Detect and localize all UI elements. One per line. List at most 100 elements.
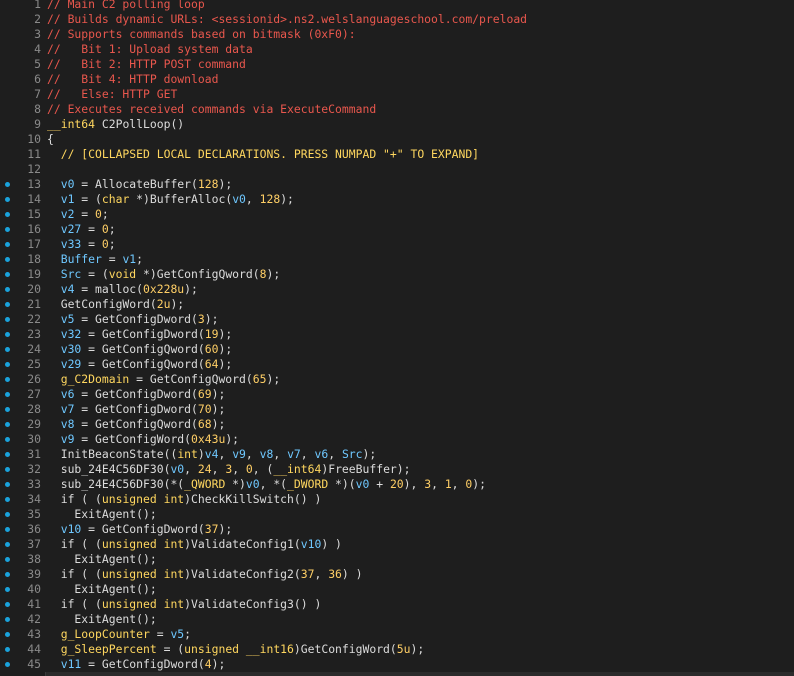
code-line[interactable]: 45 v11 = GetConfigDword(4); [0, 657, 794, 672]
code-line[interactable]: 12 [0, 162, 794, 177]
breakpoint-dot-icon[interactable] [5, 272, 10, 277]
code-text[interactable]: v0 = AllocateBuffer(128); [47, 177, 232, 192]
code-text[interactable]: // Builds dynamic URLs: <sessionid>.ns2.… [47, 12, 527, 27]
line-gutter[interactable]: 5 [0, 57, 46, 72]
code-text[interactable]: // [COLLAPSED LOCAL DECLARATIONS. PRESS … [47, 147, 479, 162]
line-gutter[interactable]: 8 [0, 102, 46, 117]
breakpoint-dot-icon[interactable] [5, 617, 10, 622]
breakpoint-dot-icon[interactable] [5, 287, 10, 292]
line-gutter[interactable]: 37 [0, 537, 46, 552]
code-text[interactable]: // Bit 2: HTTP POST command [47, 57, 246, 72]
breakpoint-dot-icon[interactable] [5, 407, 10, 412]
code-text[interactable]: v32 = GetConfigDword(19); [47, 327, 232, 342]
code-text[interactable]: ExitAgent(); [47, 552, 156, 567]
code-line[interactable]: 27 v6 = GetConfigDword(69); [0, 387, 794, 402]
code-line[interactable]: 22 v5 = GetConfigDword(3); [0, 312, 794, 327]
line-gutter[interactable]: 32 [0, 462, 46, 477]
breakpoint-dot-icon[interactable] [5, 497, 10, 502]
horizontal-scrollbar[interactable] [46, 672, 794, 676]
code-line[interactable]: 11 // [COLLAPSED LOCAL DECLARATIONS. PRE… [0, 147, 794, 162]
line-gutter[interactable]: 45 [0, 657, 46, 672]
line-gutter[interactable]: 6 [0, 72, 46, 87]
line-gutter[interactable]: 14 [0, 192, 46, 207]
line-gutter[interactable]: 40 [0, 582, 46, 597]
code-line[interactable]: 21 GetConfigWord(2u); [0, 297, 794, 312]
code-line[interactable]: 30 v9 = GetConfigWord(0x43u); [0, 432, 794, 447]
line-gutter[interactable]: 22 [0, 312, 46, 327]
code-line[interactable]: 39 if ( (unsigned int)ValidateConfig2(37… [0, 567, 794, 582]
breakpoint-dot-icon[interactable] [5, 482, 10, 487]
code-text[interactable]: v2 = 0; [47, 207, 109, 222]
code-line[interactable]: 23 v32 = GetConfigDword(19); [0, 327, 794, 342]
breakpoint-dot-icon[interactable] [5, 242, 10, 247]
code-line[interactable]: 28 v7 = GetConfigDword(70); [0, 402, 794, 417]
code-line[interactable]: 38 ExitAgent(); [0, 552, 794, 567]
line-gutter[interactable]: 25 [0, 357, 46, 372]
code-line[interactable]: 32 sub_24E4C56DF30(v0, 24, 3, 0, (__int6… [0, 462, 794, 477]
code-line[interactable]: 29 v8 = GetConfigQword(68); [0, 417, 794, 432]
code-text[interactable]: v29 = GetConfigQword(64); [47, 357, 232, 372]
code-line[interactable]: 42 ExitAgent(); [0, 612, 794, 627]
pseudocode-editor[interactable]: 1 // Main C2 polling loop 2 // Builds dynam… [0, 0, 794, 676]
breakpoint-dot-icon[interactable] [5, 602, 10, 607]
line-gutter[interactable]: 31 [0, 447, 46, 462]
code-text[interactable]: // Supports commands based on bitmask (0… [47, 27, 356, 42]
line-gutter[interactable]: 16 [0, 222, 46, 237]
line-gutter[interactable]: 39 [0, 567, 46, 582]
code-text[interactable]: __int64 C2PollLoop() [47, 117, 184, 132]
code-line[interactable]: 17 v33 = 0; [0, 237, 794, 252]
code-text[interactable]: v8 = GetConfigQword(68); [47, 417, 226, 432]
line-gutter[interactable]: 36 [0, 522, 46, 537]
code-line[interactable]: 7 // Else: HTTP GET [0, 87, 794, 102]
code-text[interactable]: g_C2Domain = GetConfigQword(65); [47, 372, 280, 387]
line-gutter[interactable]: 21 [0, 297, 46, 312]
breakpoint-dot-icon[interactable] [5, 182, 10, 187]
code-line[interactable]: 40 ExitAgent(); [0, 582, 794, 597]
code-line[interactable]: 14 v1 = (char *)BufferAlloc(v0, 128); [0, 192, 794, 207]
code-line[interactable]: 43 g_LoopCounter = v5; [0, 627, 794, 642]
line-gutter[interactable]: 38 [0, 552, 46, 567]
code-text[interactable]: // Bit 1: Upload system data [47, 42, 253, 57]
line-gutter[interactable]: 26 [0, 372, 46, 387]
code-line[interactable]: 34 if ( (unsigned int)CheckKillSwitch() … [0, 492, 794, 507]
breakpoint-dot-icon[interactable] [5, 317, 10, 322]
breakpoint-dot-icon[interactable] [5, 302, 10, 307]
line-gutter[interactable]: 28 [0, 402, 46, 417]
code-line[interactable]: 24 v30 = GetConfigQword(60); [0, 342, 794, 357]
code-line[interactable]: 16 v27 = 0; [0, 222, 794, 237]
breakpoint-dot-icon[interactable] [5, 392, 10, 397]
code-text[interactable]: v9 = GetConfigWord(0x43u); [47, 432, 239, 447]
code-line[interactable]: 8 // Executes received commands via Execu… [0, 102, 794, 117]
line-gutter[interactable]: 19 [0, 267, 46, 282]
code-line[interactable]: 4 // Bit 1: Upload system data [0, 42, 794, 57]
line-gutter[interactable]: 12 [0, 162, 46, 177]
line-gutter[interactable]: 30 [0, 432, 46, 447]
code-line[interactable]: 9 __int64 C2PollLoop() [0, 117, 794, 132]
breakpoint-dot-icon[interactable] [5, 587, 10, 592]
code-text[interactable]: g_SleepPercent = (unsigned __int16)GetCo… [47, 642, 425, 657]
code-text[interactable]: { [47, 132, 54, 147]
code-text[interactable]: GetConfigWord(2u); [47, 297, 184, 312]
code-line[interactable]: 3 // Supports commands based on bitmask (… [0, 27, 794, 42]
breakpoint-dot-icon[interactable] [5, 197, 10, 202]
code-text[interactable]: // Bit 4: HTTP download [47, 72, 218, 87]
line-gutter[interactable]: 27 [0, 387, 46, 402]
code-text[interactable]: v11 = GetConfigDword(4); [47, 657, 226, 672]
breakpoint-dot-icon[interactable] [5, 437, 10, 442]
code-text[interactable]: // Else: HTTP GET [47, 87, 177, 102]
code-line[interactable]: 33 sub_24E4C56DF30(*(_QWORD *)v0, *(_DWO… [0, 477, 794, 492]
code-line[interactable]: 41 if ( (unsigned int)ValidateConfig3() … [0, 597, 794, 612]
line-gutter[interactable]: 2 [0, 12, 46, 27]
line-gutter[interactable]: 17 [0, 237, 46, 252]
code-line[interactable]: 35 ExitAgent(); [0, 507, 794, 522]
code-text[interactable]: // Executes received commands via Execut… [47, 102, 376, 117]
breakpoint-dot-icon[interactable] [5, 362, 10, 367]
breakpoint-dot-icon[interactable] [5, 542, 10, 547]
breakpoint-dot-icon[interactable] [5, 422, 10, 427]
code-line[interactable]: 37 if ( (unsigned int)ValidateConfig1(v1… [0, 537, 794, 552]
code-line[interactable]: 20 v4 = malloc(0x228u); [0, 282, 794, 297]
code-text[interactable]: v10 = GetConfigDword(37); [47, 522, 232, 537]
code-text[interactable]: sub_24E4C56DF30(v0, 24, 3, 0, (__int64)F… [47, 462, 411, 477]
line-gutter[interactable]: 13 [0, 177, 46, 192]
code-line[interactable]: 10 { [0, 132, 794, 147]
